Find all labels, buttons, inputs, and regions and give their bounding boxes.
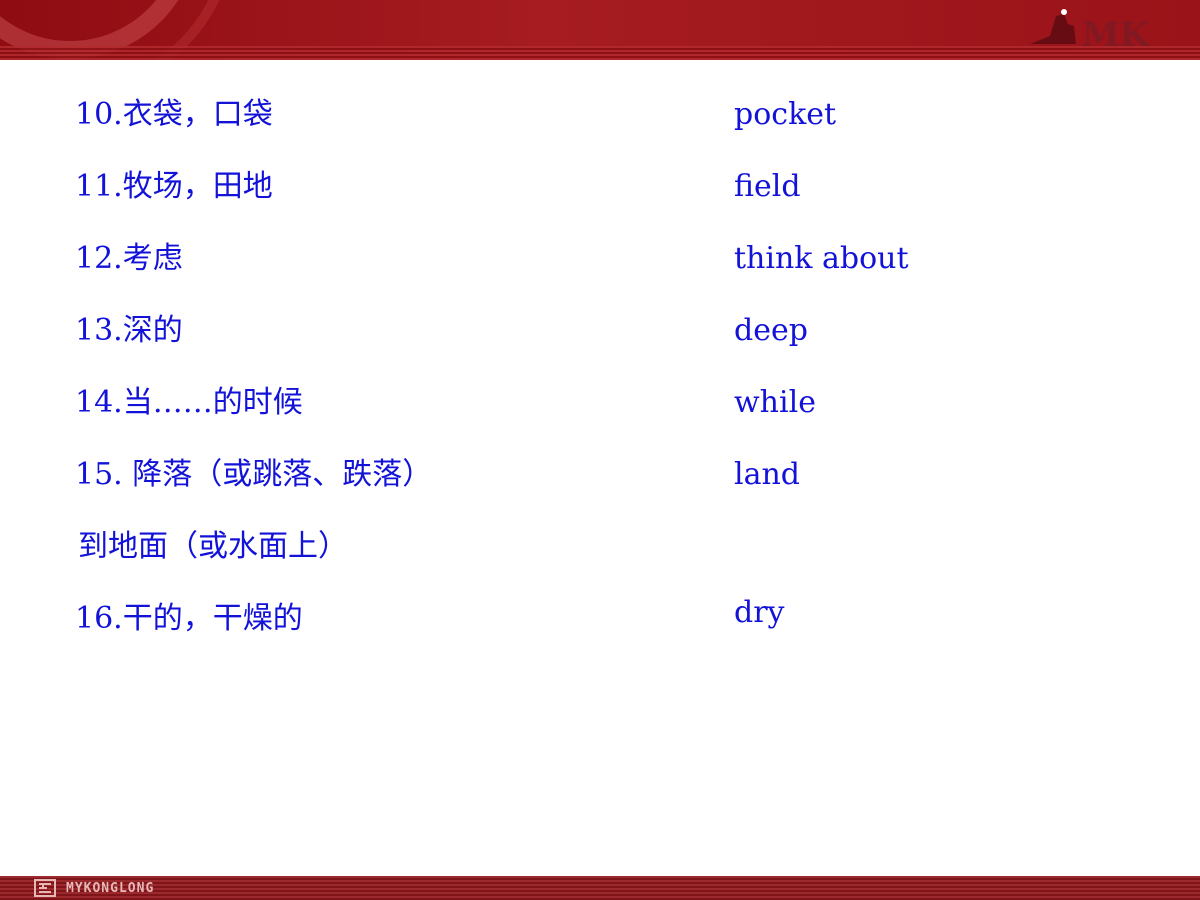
vocab-row: 11.牧场，田地 field: [0, 162, 1200, 212]
footer-logo-text: MYKONGLONG: [66, 880, 155, 896]
chinese-term: 11.牧场，田地: [75, 169, 273, 204]
chinese-term: 13.深的: [75, 313, 183, 348]
footer-banner: MYKONGLONG: [0, 876, 1200, 900]
footer-logo: MYKONGLONG: [34, 879, 154, 897]
chinese-term: 到地面（或水面上）: [78, 529, 348, 564]
chinese-term: 14.当……的时候: [75, 385, 303, 420]
chinese-term: 10.衣袋，口袋: [75, 97, 273, 132]
vocab-row: 16.干的，干燥的 dry: [0, 594, 1200, 644]
maze-logo-icon: [34, 879, 56, 897]
vocabulary-list: 10.衣袋，口袋 pocket 11.牧场，田地 field 12.考虑 thi…: [0, 0, 1200, 900]
chinese-term: 12.考虑: [75, 241, 183, 276]
chinese-term: 15. 降落（或跳落、跌落）: [75, 457, 433, 492]
vocab-row-continuation: 到地面（或水面上）: [0, 522, 1200, 572]
vocab-row: 15. 降落（或跳落、跌落） land: [0, 450, 1200, 500]
vocab-row: 10.衣袋，口袋 pocket: [0, 90, 1200, 140]
vocab-row: 13.深的 deep: [0, 306, 1200, 356]
english-term: pocket: [734, 97, 837, 132]
vocab-row: 12.考虑 think about: [0, 234, 1200, 284]
english-term: think about: [734, 241, 909, 276]
english-term: field: [734, 169, 801, 204]
english-term: dry: [734, 595, 785, 630]
english-term: deep: [734, 313, 808, 348]
vocab-row: 14.当……的时候 while: [0, 378, 1200, 428]
chinese-term: 16.干的，干燥的: [75, 601, 303, 636]
english-term: while: [734, 385, 816, 420]
english-term: land: [734, 457, 801, 492]
